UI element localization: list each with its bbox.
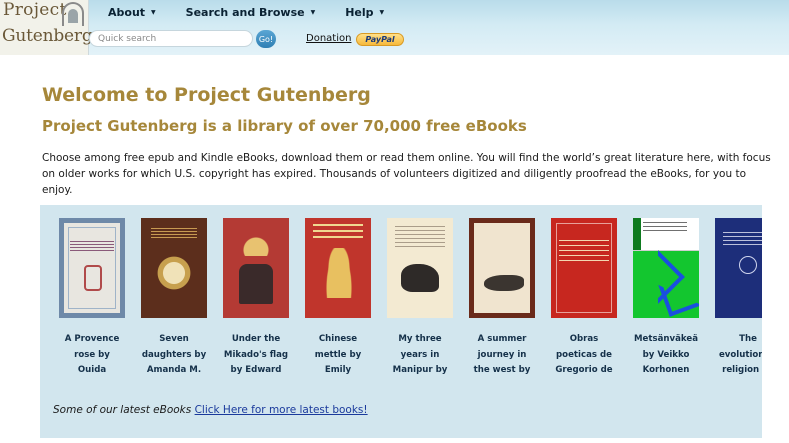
paypal-button[interactable]: PayPal	[356, 33, 404, 46]
book-cover[interactable]	[633, 218, 699, 318]
book-item[interactable]: The evolution of religion by Lewis Richa…	[715, 218, 762, 378]
book-item[interactable]: My three years in Manipur by	[387, 218, 453, 378]
book-item[interactable]: Under the Mikado's flag by Edward	[223, 218, 289, 378]
nav-search-label: Search and Browse	[185, 6, 305, 19]
book-item[interactable]: Chinese mettle by Emily	[305, 218, 371, 378]
book-cover[interactable]	[59, 218, 125, 318]
book-caption[interactable]: My three years in Manipur by	[387, 332, 453, 378]
nav-about-label: About	[108, 6, 146, 19]
book-cover[interactable]	[223, 218, 289, 318]
caret-down-icon: ▼	[151, 9, 156, 16]
book-item[interactable]: Seven daughters by Amanda M.	[141, 218, 207, 378]
book-cover[interactable]	[469, 218, 535, 318]
project-gutenberg-logo[interactable]: Project Gutenberg	[0, 0, 93, 55]
page-title: Welcome to Project Gutenberg	[42, 84, 371, 106]
site-header: Project Gutenberg About ▼ Search and Bro…	[0, 0, 789, 55]
book-item[interactable]: Metsänväkeä by Veikko Korhonen	[633, 218, 699, 378]
caret-down-icon: ▼	[379, 9, 385, 16]
book-cover[interactable]	[141, 218, 207, 318]
logo-line-1: Project	[3, 0, 67, 20]
book-caption[interactable]: Chinese mettle by Emily	[305, 332, 371, 378]
book-cover[interactable]	[715, 218, 762, 318]
book-cover[interactable]	[387, 218, 453, 318]
book-caption[interactable]: Metsänväkeä by Veikko Korhonen	[633, 332, 699, 378]
book-caption[interactable]: Obras poeticas de Gregorio de	[551, 332, 617, 378]
nav-search-and-browse[interactable]: Search and Browse ▼	[186, 6, 316, 19]
book-item[interactable]: A Provence rose by Ouida	[59, 218, 125, 378]
book-caption[interactable]: Under the Mikado's flag by Edward	[223, 332, 289, 378]
latest-books-lead: Some of our latest eBooks	[53, 404, 192, 416]
main-nav: About ▼ Search and Browse ▼ Help ▼	[92, 0, 414, 25]
nav-help-label: Help	[345, 6, 374, 19]
donation-link[interactable]: Donation	[306, 33, 351, 44]
book-cover[interactable]	[305, 218, 371, 318]
latest-books-panel: A Provence rose by Ouida Seven daughters…	[40, 205, 762, 438]
latest-books-footer: Some of our latest eBooks Click Here for…	[53, 404, 368, 416]
logo-window-icon	[68, 9, 78, 23]
book-item[interactable]: Obras poeticas de Gregorio de	[551, 218, 617, 378]
book-caption[interactable]: A Provence rose by Ouida	[59, 332, 125, 378]
book-caption[interactable]: Seven daughters by Amanda M.	[141, 332, 207, 378]
search-go-button[interactable]: Go!	[256, 30, 276, 48]
book-cover[interactable]	[551, 218, 617, 318]
nav-about[interactable]: About ▼	[108, 6, 156, 19]
book-item[interactable]: A summer journey in the west by Eliza	[469, 218, 535, 378]
logo-line-2: Gutenberg	[2, 26, 93, 46]
intro-paragraph: Choose among free epub and Kindle eBooks…	[42, 152, 771, 196]
caret-down-icon: ▼	[310, 9, 316, 16]
book-carousel: A Provence rose by Ouida Seven daughters…	[59, 218, 762, 378]
nav-help[interactable]: Help ▼	[345, 6, 384, 19]
quick-search-input[interactable]	[89, 30, 253, 47]
book-caption[interactable]: A summer journey in the west by Eliza	[469, 332, 535, 378]
more-latest-books-link[interactable]: Click Here for more latest books!	[195, 404, 368, 416]
page-subtitle: Project Gutenberg is a library of over 7…	[42, 117, 527, 135]
book-caption[interactable]: The evolution of religion by Lewis Richa…	[715, 332, 762, 378]
